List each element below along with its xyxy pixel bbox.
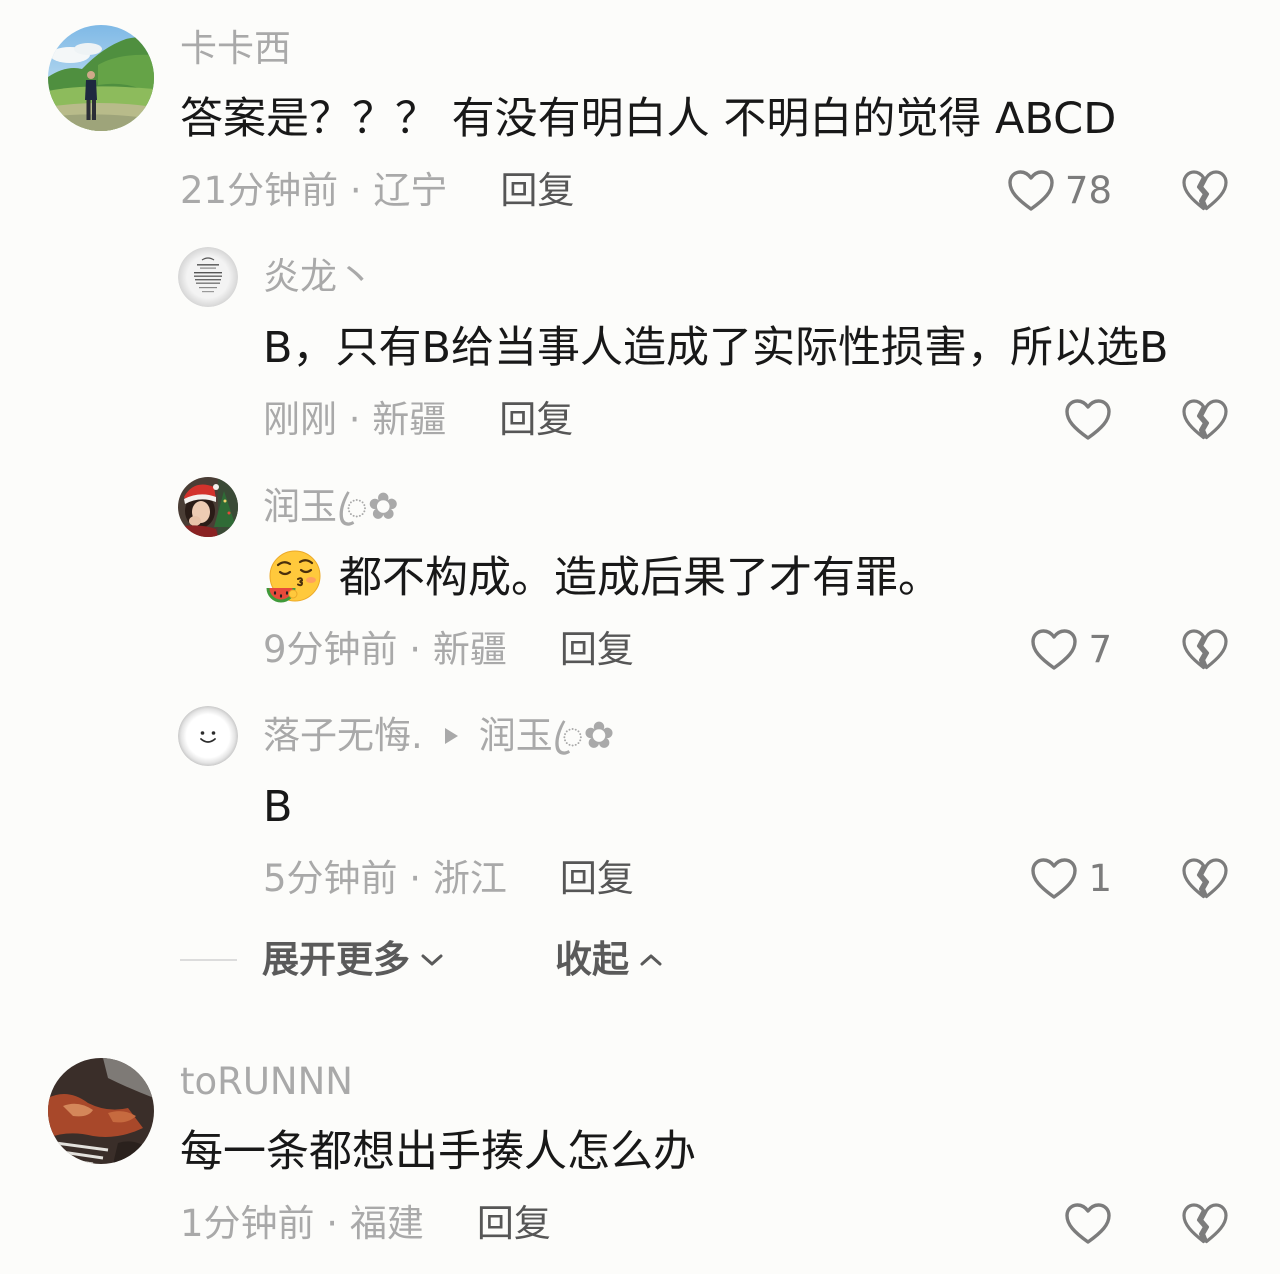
heart-icon [1031, 858, 1078, 899]
divider-line [180, 959, 237, 961]
avatar[interactable] [178, 706, 238, 766]
dislike-button[interactable] [1181, 169, 1229, 213]
heart-icon [1065, 399, 1111, 440]
username[interactable]: 润玉ꦿ✿ [263, 485, 399, 529]
comment-body: 都不构成。造成后果了才有罪。 [263, 548, 941, 608]
username[interactable]: 卡卡西 [180, 27, 291, 71]
reply-to-arrow-icon [444, 728, 458, 744]
username[interactable]: toRUNNN [180, 1060, 353, 1104]
comment-time-location: 9分钟前 · 新疆 [263, 628, 507, 671]
heart-icon [1065, 1203, 1111, 1244]
chevron-up-icon [640, 954, 662, 966]
chevron-down-icon [421, 954, 443, 966]
expand-more-button[interactable]: 展开更多 [262, 938, 444, 982]
heart-icon [1031, 629, 1078, 670]
comment-time-location: 1分钟前 · 福建 [180, 1202, 424, 1245]
reply-button[interactable]: 回复 [560, 857, 634, 901]
reply-button[interactable]: 回复 [499, 398, 573, 442]
replies-toggle-row: 展开更多 收起 [0, 938, 1280, 982]
avatar[interactable] [178, 247, 238, 307]
like-count: 1 [1088, 857, 1112, 900]
comment-meta: 9分钟前 · 新疆 回复 [263, 628, 634, 672]
comment-time-location: 5分钟前 · 浙江 [263, 857, 507, 900]
like-button[interactable] [1064, 398, 1112, 442]
comment-text: B [263, 782, 293, 832]
like-button[interactable]: 7 [1030, 628, 1112, 672]
username[interactable]: 落子无悔. [263, 714, 423, 758]
reply-button[interactable]: 回复 [560, 628, 634, 672]
reply-button[interactable]: 回复 [500, 169, 574, 213]
comment-time-location: 21分钟前 · 辽宁 [180, 169, 448, 212]
like-button[interactable]: 1 [1030, 857, 1112, 901]
dislike-button[interactable] [1181, 1202, 1229, 1246]
like-button[interactable] [1064, 1202, 1112, 1246]
comment-text: 每一条都想出手揍人怎么办 [180, 1127, 696, 1177]
reply-comment: 润玉ꦿ✿ 都不构成。造成后果了才有罪。 9分钟前 · 新疆 回复 7 [0, 477, 1280, 677]
comment-meta: 21分钟前 · 辽宁 回复 [180, 169, 574, 213]
collapse-button[interactable]: 收起 [555, 938, 663, 982]
broken-heart-icon [1182, 399, 1228, 440]
like-count: 7 [1088, 628, 1112, 671]
broken-heart-icon [1182, 1203, 1228, 1244]
like-count: 78 [1064, 169, 1112, 212]
comment-time-location: 刚刚 · 新疆 [263, 398, 447, 441]
broken-heart-icon [1182, 629, 1228, 670]
dislike-button[interactable] [1181, 398, 1229, 442]
comment: toRUNNN 每一条都想出手揍人怎么办 1分钟前 · 福建 回复 [0, 1058, 1280, 1248]
comment-text: 都不构成。造成后果了才有罪。 [339, 553, 941, 603]
comment-meta: 刚刚 · 新疆 回复 [263, 398, 573, 442]
comment-meta: 5分钟前 · 浙江 回复 [263, 857, 634, 901]
username[interactable]: 炎龙丶 [263, 255, 374, 299]
like-button[interactable]: 78 [1007, 169, 1112, 213]
avatar[interactable] [48, 25, 154, 131]
username-row: 落子无悔. 润玉ꦿ✿ [263, 714, 615, 758]
reply-to-username[interactable]: 润玉ꦿ✿ [479, 714, 615, 758]
dislike-button[interactable] [1181, 857, 1229, 901]
broken-heart-icon [1182, 170, 1228, 211]
dislike-button[interactable] [1181, 628, 1229, 672]
heart-icon [1008, 170, 1054, 211]
comment-text: 答案是？？？ 有没有明白人 不明白的觉得 ABCD [180, 94, 1117, 144]
reply-comment: 落子无悔. 润玉ꦿ✿ B 5分钟前 · 浙江 回复 1 [0, 706, 1280, 906]
expand-more-label: 展开更多 [262, 938, 410, 981]
eating-melon-emoji [266, 550, 321, 603]
comment-meta: 1分钟前 · 福建 回复 [180, 1202, 551, 1246]
reply-button[interactable]: 回复 [477, 1202, 551, 1246]
avatar[interactable] [178, 477, 238, 537]
broken-heart-icon [1182, 858, 1228, 899]
collapse-label: 收起 [555, 938, 629, 981]
comment-text: B，只有B给当事人造成了实际性损害，所以选B [263, 323, 1169, 373]
comment: 卡卡西 答案是？？？ 有没有明白人 不明白的觉得 ABCD 21分钟前 · 辽宁… [0, 25, 1280, 240]
avatar[interactable] [48, 1058, 154, 1164]
reply-comment: 炎龙丶 B，只有B给当事人造成了实际性损害，所以选B 刚刚 · 新疆 回复 [0, 247, 1280, 447]
